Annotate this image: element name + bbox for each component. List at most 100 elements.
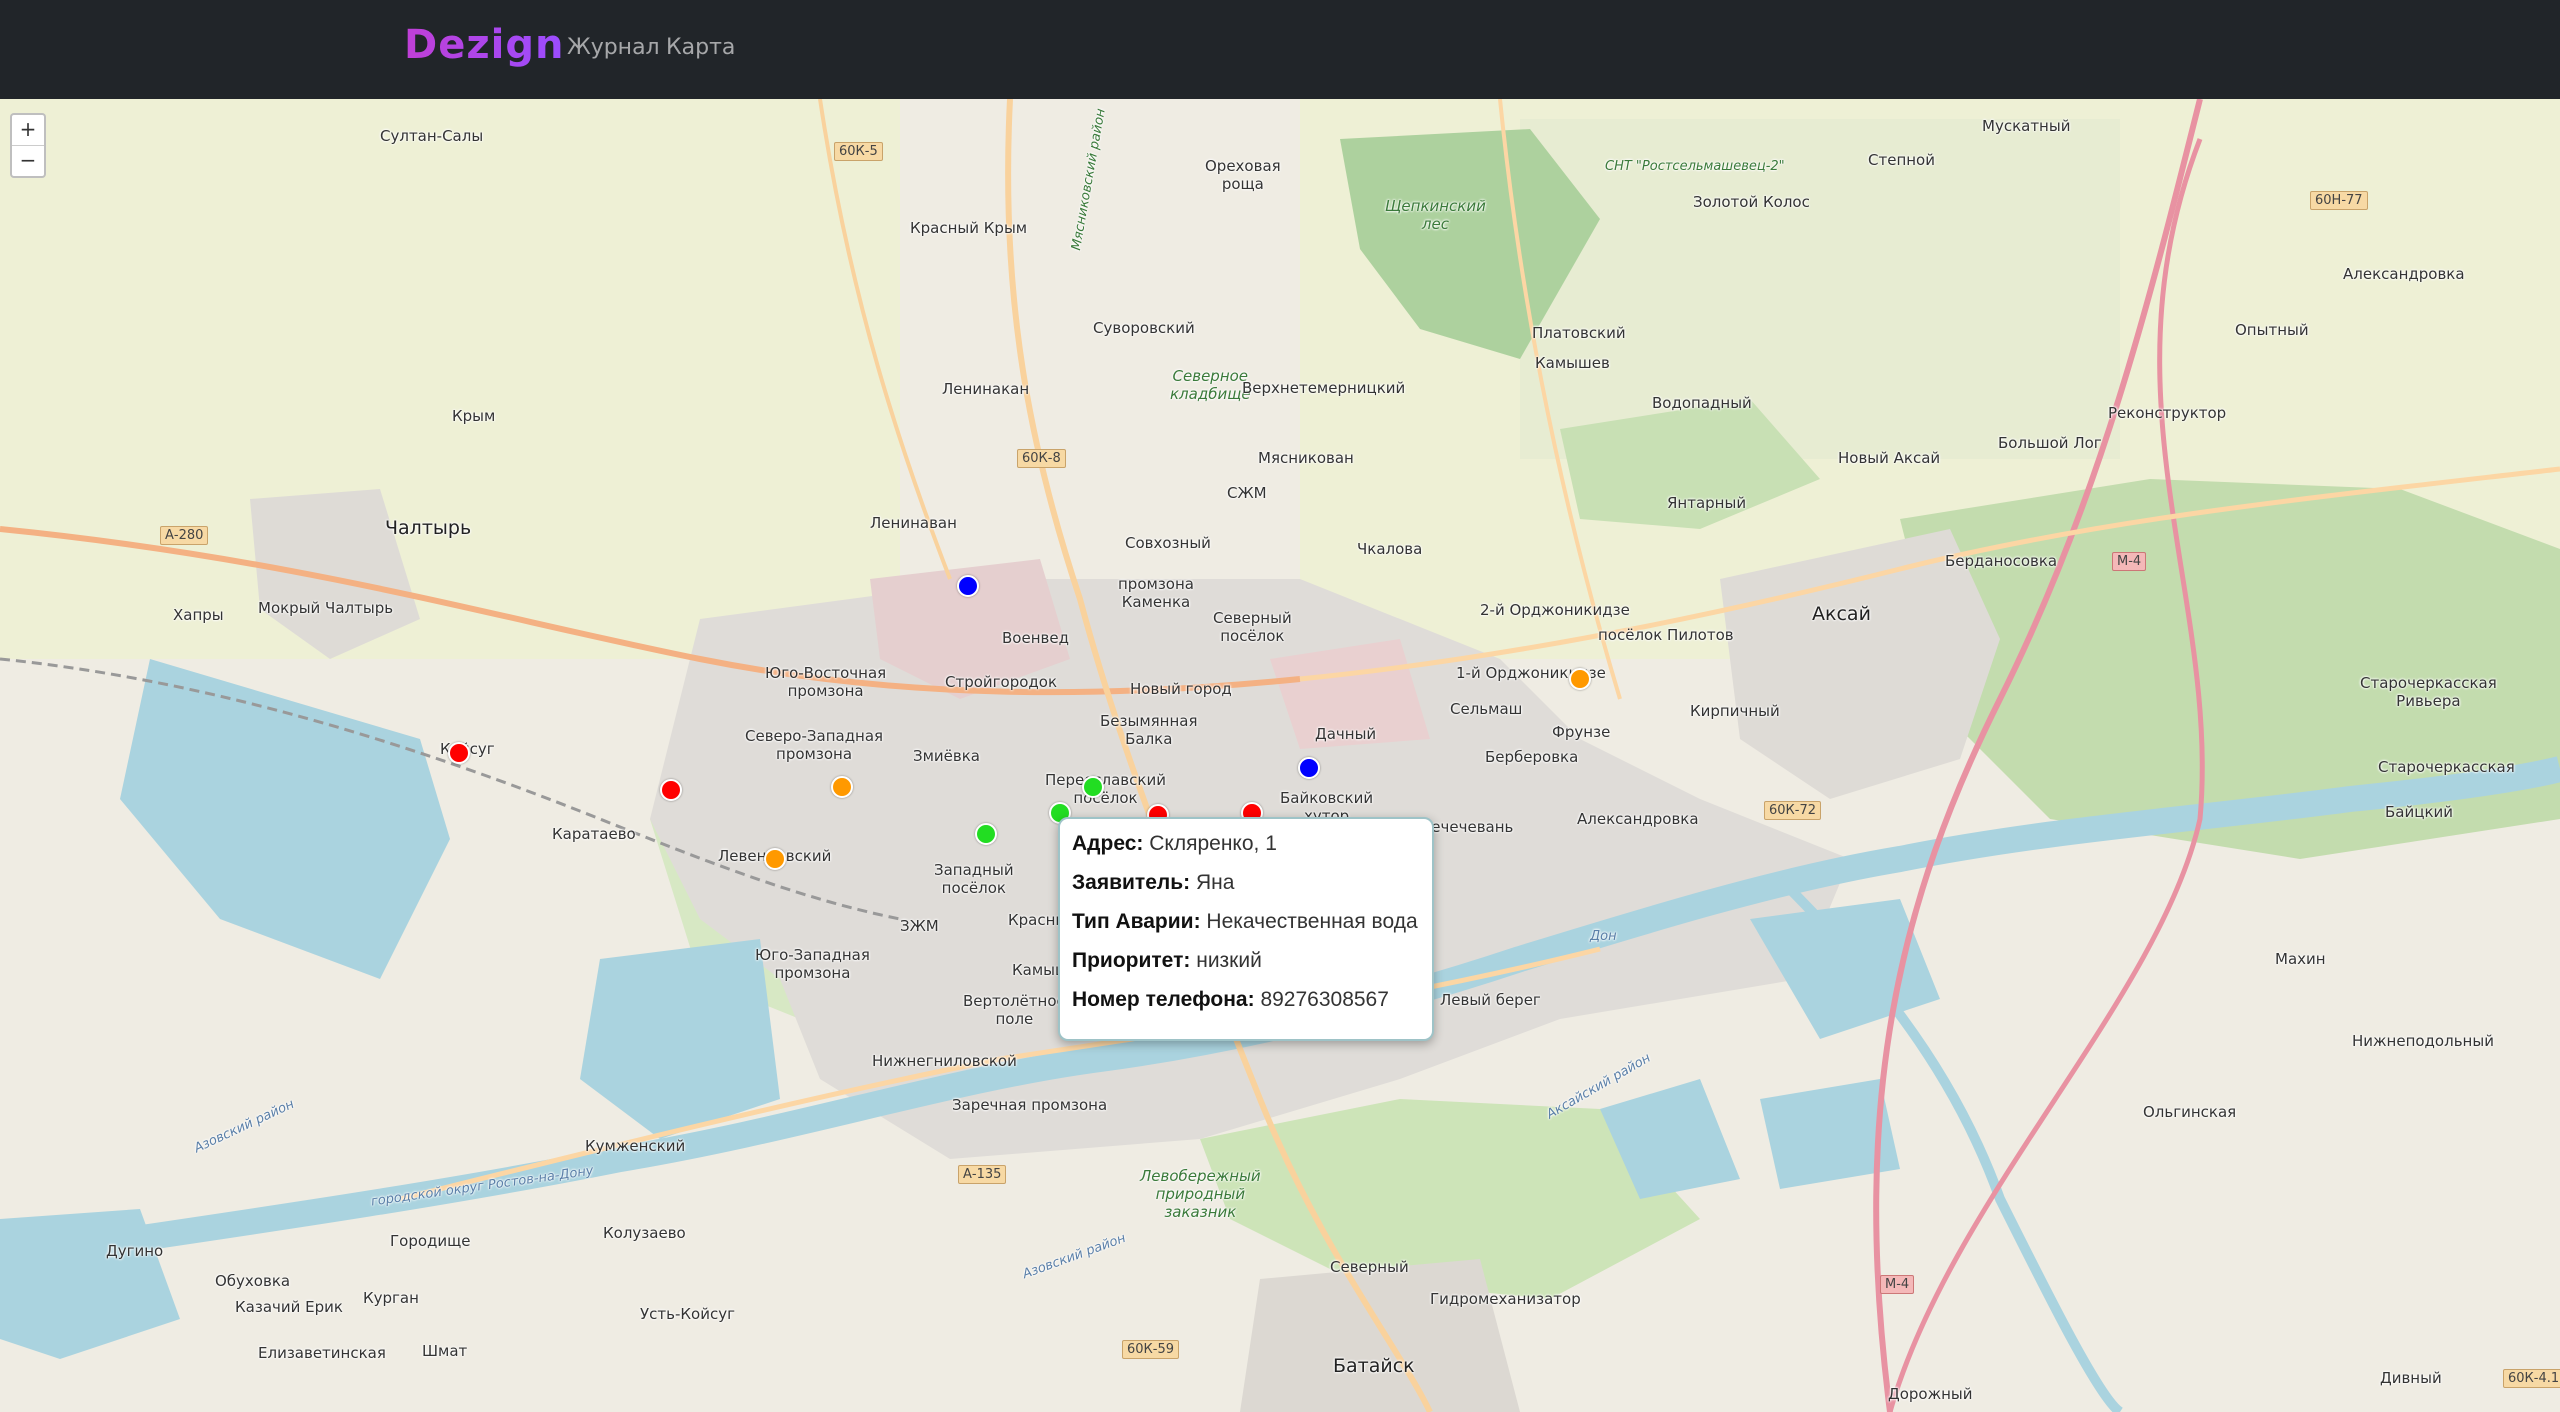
label-dachny: Дачный (1315, 725, 1377, 743)
label-baykitsky: Байцкий (2385, 803, 2453, 821)
label-opytny: Опытный (2235, 321, 2309, 339)
incident-marker[interactable] (1298, 757, 1320, 779)
label-dorozhny: Дорожный (1888, 1385, 1973, 1403)
label-mokry-chaltyr: Мокрый Чалтырь (258, 599, 394, 617)
label-severny-posyolok: Северный посёлок (1213, 609, 1292, 645)
navbar: Dezign Журнал Карта (0, 0, 2560, 99)
label-szhm: СЖМ (1227, 484, 1267, 502)
label-severnoe-kladbishche: Северное кладбище (1170, 367, 1251, 403)
label-severny: Северный (1330, 1258, 1409, 1276)
zoom-in-button[interactable]: + (12, 115, 44, 145)
label-vodopadny: Водопадный (1652, 394, 1752, 412)
zoom-control: + − (10, 113, 46, 178)
address-value: Скляренко, 1 (1149, 832, 1277, 855)
label-chkalova: Чкалова (1357, 540, 1423, 558)
label-2-ordzhonikidze: 2-й Орджоникидзе (1480, 601, 1630, 619)
address-label: Адрес: (1072, 832, 1144, 855)
label-stroygorodok: Стройгородок (945, 673, 1058, 691)
label-orehovaya: Ореховая роща (1205, 157, 1281, 193)
incident-marker[interactable] (764, 848, 786, 870)
label-krasny-krym: Красный Крым (910, 219, 1028, 237)
nav-link-journal[interactable]: Журнал (567, 35, 660, 60)
applicant-label: Заявитель: (1072, 871, 1191, 894)
type-label: Тип Аварии: (1072, 910, 1201, 933)
map-view[interactable]: + − Султан-Салы Ореховая роща Щепкинский… (0, 99, 2560, 1412)
popup-address-row: Адрес: Скляренко, 1 (1072, 829, 1420, 868)
incident-marker[interactable] (1569, 668, 1591, 690)
label-olginskaya: Ольгинская (2143, 1103, 2237, 1121)
label-novy-aksay: Новый Аксай (1838, 449, 1941, 467)
type-value: Некачественная вода (1206, 910, 1418, 933)
label-starocherkasskaya: Старочеркасская (2378, 758, 2515, 776)
nav-link-map[interactable]: Карта (666, 35, 735, 60)
popup-type-row: Тип Аварии: Некачественная вода (1072, 907, 1420, 946)
road-shield: 60Н-77 (2310, 191, 2368, 210)
incident-marker[interactable] (448, 742, 470, 764)
label-leninavan: Ленинаван (870, 514, 957, 532)
label-yugo-zapadnaya: Юго-Западная промзона (755, 946, 870, 982)
label-suvorovsky: Суворовский (1093, 319, 1195, 337)
label-bolshoy-log: Большой Лог (1998, 434, 2102, 452)
label-divny: Дивный (2380, 1369, 2442, 1387)
label-bezymyannaya-balka: Безымянная Балка (1100, 712, 1198, 748)
label-kurgan: Курган (363, 1289, 419, 1307)
label-zolotoy-kolos: Золотой Колос (1693, 193, 1810, 211)
label-zzhm: ЗЖМ (900, 917, 939, 935)
label-selmash: Сельмаш (1450, 700, 1523, 718)
road-shield: 60К-72 (1764, 801, 1822, 820)
label-shchepkinsky: Щепкинский лес (1385, 197, 1486, 233)
label-gidromehanizator: Гидромеханизатор (1430, 1290, 1581, 1308)
applicant-value: Яна (1195, 871, 1235, 894)
incident-marker[interactable] (660, 779, 682, 801)
road-shield: М-4 (1880, 1275, 1915, 1294)
label-dugino: Дугино (106, 1242, 164, 1260)
map-base (0, 99, 2560, 1412)
label-platovsky: Платовский (1532, 324, 1626, 342)
label-krym: Крым (452, 407, 496, 425)
label-aleksandrovka-2: Александровка (1577, 810, 1699, 828)
label-ust-koysug: Усть-Койсуг (640, 1305, 735, 1323)
label-novy-gorod: Новый город (1130, 680, 1232, 698)
label-gorodishche: Городище (390, 1232, 471, 1250)
label-leninakan: Ленинакан (942, 380, 1030, 398)
label-nizhnegnilovskoy: Нижнегниловской (872, 1052, 1017, 1070)
road-shield: М-4 (2112, 552, 2147, 571)
label-obukhovka: Обуховка (215, 1272, 291, 1290)
label-berdanosovka: Берданосовка (1945, 552, 2058, 570)
road-shield: 60К-8 (1017, 449, 1066, 468)
label-frunze: Фрунзе (1552, 723, 1611, 741)
label-rekonstruktor: Реконструктор (2108, 404, 2227, 422)
label-sever-zapad-promzona: Северо-Западная промзона (745, 727, 884, 763)
label-nizhnepodolny: Нижнеподольный (2352, 1032, 2494, 1050)
label-shmat: Шмат (422, 1342, 468, 1360)
priority-value: низкий (1196, 949, 1262, 972)
incident-marker[interactable] (975, 823, 997, 845)
brand-logo[interactable]: Dezign (404, 22, 564, 68)
label-elizavetinskaya: Елизаветинская (258, 1344, 386, 1362)
label-sovkhozny: Совхозный (1125, 534, 1211, 552)
label-voenved: Военвед (1002, 629, 1069, 647)
priority-label: Приоритет: (1072, 949, 1191, 972)
label-zarechnaya: Заречная промзона (952, 1096, 1108, 1114)
incident-marker[interactable] (831, 776, 853, 798)
label-berberovka: Берберовка (1485, 748, 1579, 766)
label-promzona-kamenka: промзона Каменка (1118, 575, 1194, 611)
label-posyolok-pilotov: посёлок Пилотов (1598, 626, 1734, 644)
label-snt: СНТ "Ростсельмашевец-2" (1605, 159, 1785, 174)
popup-phone-row: Номер телефона: 89276308567 (1072, 985, 1420, 1024)
label-aleksandrovka: Александровка (2343, 265, 2465, 283)
label-zmievka: Змиёвка (913, 747, 981, 765)
label-starocherkasskaya-rivera: Старочеркасская Ривьера (2360, 674, 2497, 710)
incident-marker[interactable] (957, 575, 979, 597)
label-khapry: Хапры (173, 606, 224, 624)
label-bataysk: Батайск (1333, 1355, 1415, 1377)
incident-popup: Адрес: Скляренко, 1 Заявитель: Яна Тип А… (1058, 817, 1434, 1041)
label-kumzhensky: Кумженский (585, 1137, 686, 1155)
road-shield: А-135 (958, 1165, 1007, 1184)
label-chechevan: Нечечевань (1420, 818, 1514, 836)
popup-applicant-row: Заявитель: Яна (1072, 868, 1420, 907)
incident-marker[interactable] (1082, 776, 1104, 798)
label-vertolyotnoe: Вертолётное поле (963, 992, 1066, 1028)
label-verkhnetemernitsky: Верхнетемерницкий (1242, 379, 1406, 397)
zoom-out-button[interactable]: − (12, 145, 44, 176)
